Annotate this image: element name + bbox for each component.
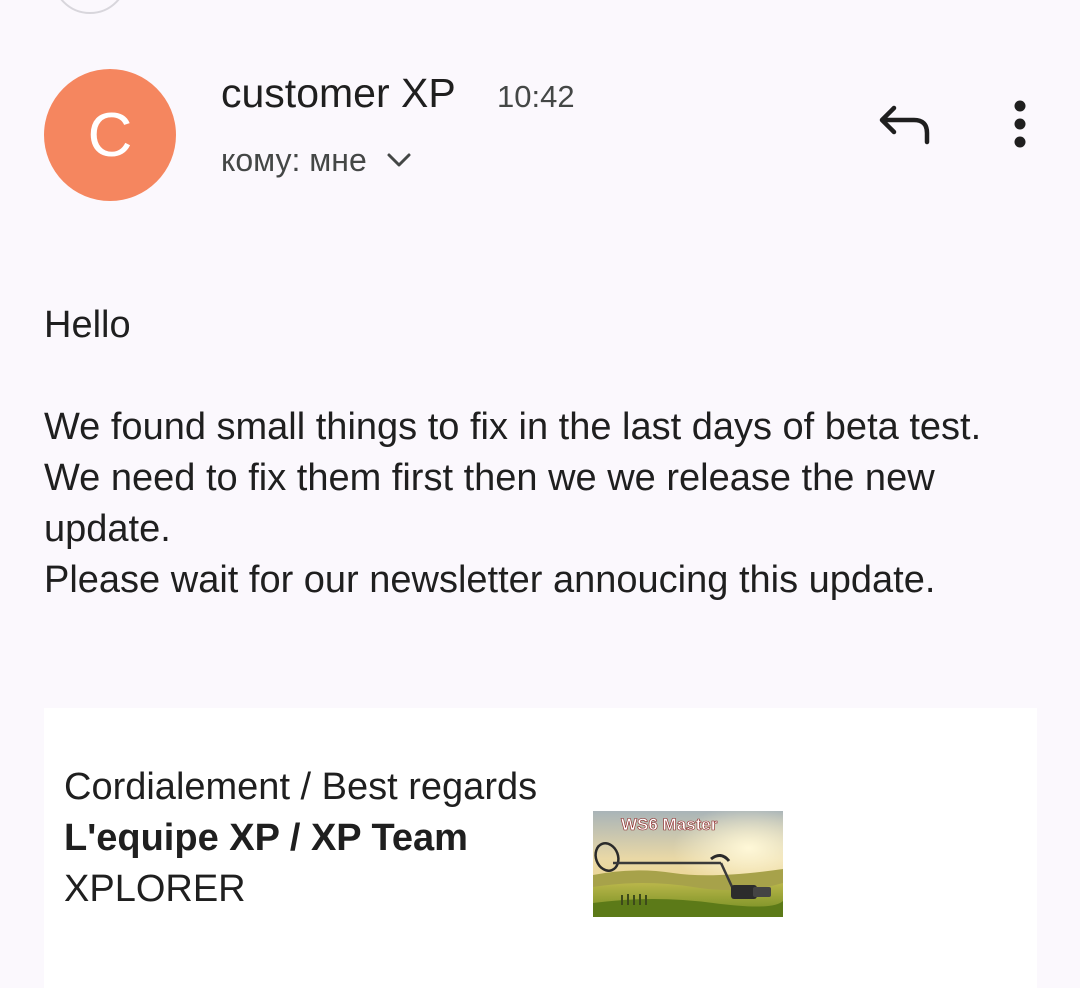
chevron-down-icon bbox=[387, 153, 411, 167]
more-vert-icon[interactable] bbox=[996, 96, 1044, 152]
sent-time: 10:42 bbox=[497, 79, 575, 114]
recipient-details-toggle[interactable]: кому: мне bbox=[221, 140, 413, 180]
body-paragraph-1: We found small things to fix in the last… bbox=[44, 406, 982, 550]
reply-icon[interactable] bbox=[872, 96, 936, 152]
signature-block: Cordialement / Best regards L'equipe XP … bbox=[44, 708, 1037, 988]
signature-team: L'equipe XP / XP Team bbox=[64, 817, 468, 859]
signature-company: XPLORER bbox=[64, 868, 246, 910]
greeting-text: Hello bbox=[44, 304, 131, 346]
product-banner-image[interactable]: WS6 Master bbox=[593, 811, 783, 917]
message-body: Hello We found small things to fix in th… bbox=[44, 300, 1044, 606]
signature-regards: Cordialement / Best regards bbox=[64, 766, 538, 808]
sender-name[interactable]: customer XP bbox=[221, 70, 456, 117]
recipient-label: кому: мне bbox=[221, 141, 367, 178]
sender-avatar[interactable]: C bbox=[44, 69, 176, 201]
message-header: C customer XP 10:42 кому: мне bbox=[0, 0, 1080, 230]
banner-caption: WS6 Master bbox=[621, 815, 718, 834]
body-paragraph-2: Please wait for our newsletter annoucing… bbox=[44, 559, 936, 601]
signature-text: Cordialement / Best regards L'equipe XP … bbox=[64, 762, 544, 915]
